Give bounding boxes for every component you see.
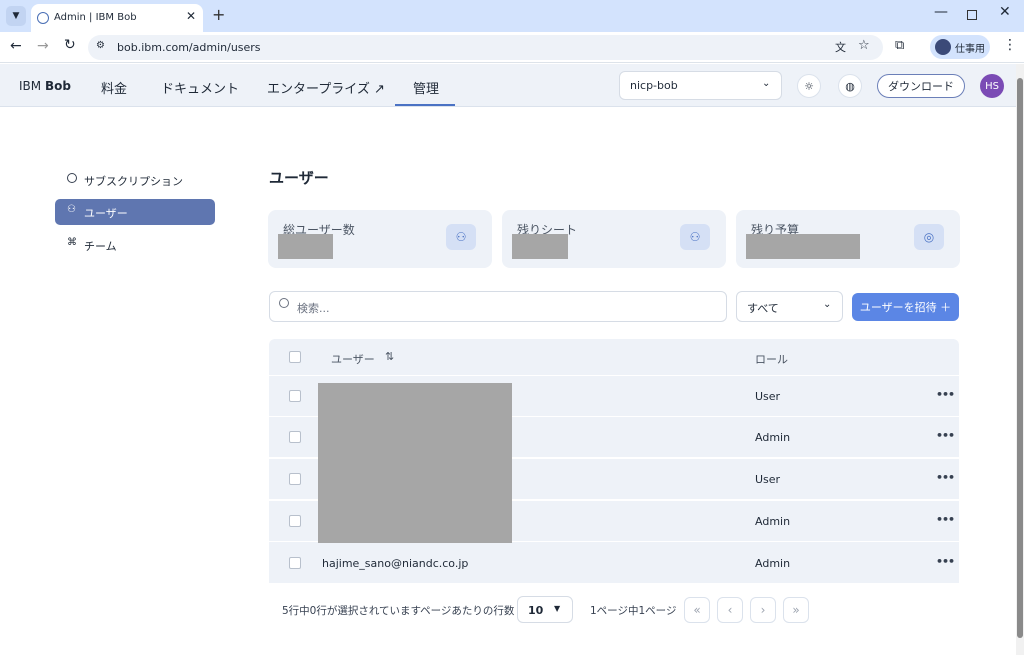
redacted-emails [318, 383, 512, 543]
row-actions-icon[interactable]: ••• [936, 388, 955, 401]
org-select-value: nicp-bob [630, 79, 678, 92]
row-actions-icon[interactable]: ••• [936, 471, 955, 484]
sidebar-item-subscription[interactable]: サブスクリプション [55, 168, 215, 192]
extensions-icon[interactable]: ⧉ [895, 38, 904, 53]
users-icon: ⚇ [446, 224, 476, 250]
sidebar-item-label: サブスクリプション [84, 175, 183, 188]
row-checkbox[interactable] [289, 390, 301, 402]
invite-user-button[interactable]: ユーザーを招待 ＋ [852, 293, 959, 321]
rows-per-page-select[interactable]: 10 ▼ [517, 596, 573, 623]
close-window-icon[interactable]: ✕ [999, 4, 1011, 20]
browser-menu-icon[interactable]: ⋮ [1003, 37, 1017, 53]
team-icon: ⌘ [67, 237, 77, 248]
page-indicator: 1ページ中1ページ [590, 605, 677, 617]
brand-bob: Bob [44, 79, 71, 93]
nav-docs[interactable]: ドキュメント [161, 78, 239, 97]
rows-per-page-value: 10 [528, 604, 544, 617]
row-role: User [755, 473, 781, 486]
browser-tab[interactable]: Admin | IBM Bob ✕ [31, 4, 203, 32]
col-role-header: ロール [755, 353, 788, 366]
nav-enterprise[interactable]: エンタープライズ ↗ [267, 78, 385, 97]
search-input[interactable]: 検索... [269, 291, 727, 322]
per-page-label: ページあたりの行数 [420, 605, 515, 617]
table-header: ユーザー ⇅ ロール [269, 339, 959, 375]
brand-ibm: IBM [19, 79, 42, 93]
browser-toolbar: ← → ↻ ⚙ bob.ibm.com/admin/users 文 ☆ ⧉ 仕事… [0, 32, 1024, 63]
row-actions-icon[interactable]: ••• [936, 513, 955, 526]
url-text: bob.ibm.com/admin/users [117, 41, 261, 54]
next-page-icon[interactable]: › [750, 597, 776, 623]
reload-icon[interactable]: ↻ [64, 37, 76, 53]
row-role: User [755, 390, 781, 403]
forward-icon[interactable]: → [37, 38, 49, 54]
language-globe-icon[interactable]: ◍ [838, 74, 862, 98]
role-filter-select[interactable]: すべて ⌄ [736, 291, 843, 322]
redacted-value [512, 234, 568, 259]
profile-avatar-icon [935, 39, 951, 55]
redacted-value [278, 234, 333, 259]
new-tab-icon[interactable]: + [212, 5, 225, 24]
org-select[interactable]: nicp-bob ⌄ [619, 71, 782, 100]
row-role: Admin [755, 515, 791, 528]
tab-search-button[interactable]: ▼ [6, 6, 26, 26]
nav-pricing[interactable]: 料金 [101, 78, 127, 97]
col-user-header[interactable]: ユーザー [331, 351, 375, 367]
caret-down-icon: ▼ [554, 604, 561, 613]
scrollbar-thumb[interactable] [1017, 78, 1023, 638]
tab-favicon-icon [37, 12, 49, 24]
chevron-down-icon: ⌄ [762, 78, 771, 89]
profile-chip[interactable]: 仕事用 [930, 35, 990, 59]
maximize-icon[interactable] [967, 10, 977, 20]
nav-admin[interactable]: 管理 [413, 78, 439, 97]
row-actions-icon[interactable]: ••• [936, 429, 955, 442]
address-bar[interactable]: ⚙ bob.ibm.com/admin/users 文 ☆ [88, 35, 883, 60]
theme-toggle-icon[interactable]: ☼ [797, 74, 821, 98]
bookmark-star-icon[interactable]: ☆ [858, 38, 870, 53]
app-header: IBM Bob 料金 ドキュメント エンタープライズ ↗ 管理 nicp-bob… [0, 64, 1016, 107]
minimize-icon[interactable]: — [934, 4, 948, 20]
search-placeholder: 検索... [297, 302, 330, 315]
tab-close-icon[interactable]: ✕ [186, 9, 196, 23]
coins-icon: ◎ [914, 224, 944, 250]
row-checkbox[interactable] [289, 473, 301, 485]
row-checkbox[interactable] [289, 557, 301, 569]
users-icon: ⚇ [67, 204, 76, 215]
row-email: hajime_sano@niandc.co.jp [322, 557, 469, 570]
search-icon [279, 298, 289, 308]
page-scrollbar[interactable] [1016, 64, 1024, 655]
sidebar-item-label: ユーザー [84, 207, 128, 220]
user-circle-icon [67, 173, 77, 183]
tab-title: Admin | IBM Bob [54, 12, 137, 23]
sidebar-item-team[interactable]: ⌘ チーム [55, 233, 215, 257]
row-checkbox[interactable] [289, 515, 301, 527]
site-info-icon[interactable]: ⚙ [96, 40, 105, 51]
role-filter-value: すべて [747, 302, 779, 315]
sidebar-item-users[interactable]: ⚇ ユーザー [55, 199, 215, 225]
sort-icon[interactable]: ⇅ [385, 350, 394, 363]
table-row: hajime_sano@niandc.co.jp Admin ••• [269, 541, 959, 583]
row-checkbox[interactable] [289, 431, 301, 443]
user-avatar[interactable]: HS [980, 74, 1004, 98]
selection-status: 5行中0行が選択されていますページあたりの行数 [282, 603, 514, 618]
first-page-icon[interactable]: « [684, 597, 710, 623]
row-actions-icon[interactable]: ••• [936, 555, 955, 568]
back-icon[interactable]: ← [10, 38, 22, 54]
nav-admin-active-indicator [395, 104, 455, 106]
row-role: Admin [755, 431, 791, 444]
browser-tab-bar: ▼ Admin | IBM Bob ✕ + — ✕ [0, 0, 1024, 32]
redacted-value [746, 234, 860, 259]
users-group-icon: ⚇ [680, 224, 710, 250]
row-role: Admin [755, 557, 791, 570]
prev-page-icon[interactable]: ‹ [717, 597, 743, 623]
selected-text: 5行中0行が選択されています [282, 605, 421, 617]
download-button[interactable]: ダウンロード [877, 74, 965, 98]
last-page-icon[interactable]: » [783, 597, 809, 623]
select-all-checkbox[interactable] [289, 351, 301, 363]
page-title: ユーザー [269, 169, 329, 187]
chevron-down-icon: ⌄ [823, 299, 832, 310]
sidebar-item-label: チーム [84, 240, 117, 253]
profile-label: 仕事用 [955, 44, 985, 55]
brand-logo[interactable]: IBM Bob [19, 79, 71, 93]
translate-icon[interactable]: 文 [835, 39, 846, 55]
